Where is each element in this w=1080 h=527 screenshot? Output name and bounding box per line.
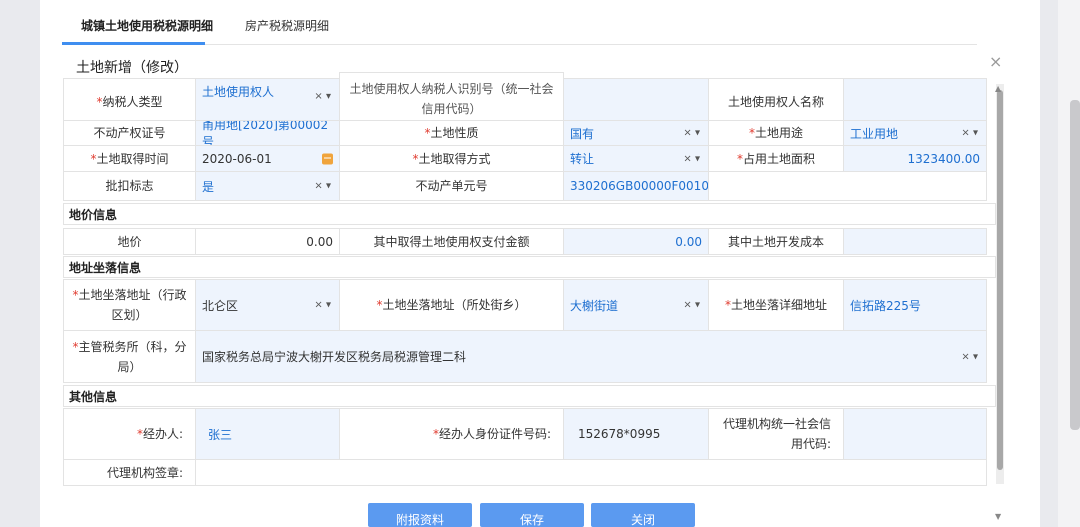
acquire-way-label: * 土地取得方式 bbox=[339, 145, 564, 172]
tax-office-select[interactable]: 国家税务总局宁波大榭开发区税务局税源管理二科 × ▾ bbox=[195, 330, 987, 383]
active-tab-indicator bbox=[62, 42, 205, 45]
handler-id-input[interactable]: 152678*0995 bbox=[563, 408, 709, 460]
handler-id-label: * 经办人身份证件号码: bbox=[339, 408, 564, 460]
attach-documents-button[interactable]: 附报资料 bbox=[368, 503, 472, 527]
calendar-icon[interactable] bbox=[322, 153, 333, 164]
district-label: *土地坐落地址（行政区划） bbox=[63, 279, 196, 331]
fee-input[interactable]: 0.00 bbox=[563, 228, 709, 255]
detail-address-input[interactable]: 信拓路225号 bbox=[843, 279, 987, 331]
detail-address-label: * 土地坐落详细地址 bbox=[708, 279, 844, 331]
agency-sign-field[interactable] bbox=[195, 459, 987, 486]
taxpayer-type-label: * 纳税人类型 bbox=[63, 78, 196, 126]
price-input[interactable]: 0.00 bbox=[195, 228, 340, 255]
taxpayer-type-select[interactable]: 土地使用权人 × ▾ bbox=[195, 78, 340, 126]
dialog-scrollbar-thumb[interactable] bbox=[997, 90, 1003, 470]
land-nature-select[interactable]: 国有 × ▾ bbox=[563, 120, 709, 146]
area-label: * 占用土地面积 bbox=[708, 145, 844, 172]
street-label: * 土地坐落地址（所处街乡） bbox=[339, 279, 564, 331]
taxpayer-id-label: 土地使用权人纳税人识别号（统一社会信用代码） bbox=[339, 72, 564, 126]
tax-office-label: *主管税务所（科，分局） bbox=[63, 330, 196, 383]
dialog-title: 土地新增（修改） bbox=[76, 60, 188, 76]
tab-property-tax[interactable]: 房产税税源明细 bbox=[245, 17, 329, 34]
land-use-select[interactable]: 工业用地 × ▾ bbox=[843, 120, 987, 146]
handler-label: * 经办人: bbox=[63, 408, 196, 460]
select-clear-dropdown-icon[interactable]: × ▾ bbox=[961, 128, 978, 139]
select-clear-dropdown-icon[interactable]: × ▾ bbox=[683, 128, 700, 139]
empty-cell bbox=[708, 171, 987, 201]
select-clear-dropdown-icon[interactable]: × ▾ bbox=[314, 181, 331, 192]
unit-no-label: 不动产单元号 bbox=[339, 171, 564, 201]
price-label: 地价 bbox=[63, 228, 196, 255]
window-scrollbar-thumb[interactable] bbox=[1070, 100, 1080, 430]
owner-name-input[interactable] bbox=[843, 78, 987, 126]
save-button[interactable]: 保存 bbox=[480, 503, 584, 527]
acquire-time-date-input[interactable]: 2020-06-01 bbox=[195, 145, 340, 172]
dev-cost-label: 其中土地开发成本 bbox=[708, 228, 844, 255]
scroll-down-icon[interactable]: ▼ bbox=[995, 512, 1001, 521]
tab-land-use-tax[interactable]: 城镇土地使用税税源明细 bbox=[81, 17, 213, 34]
agency-code-input[interactable] bbox=[843, 408, 987, 460]
land-use-label: * 土地用途 bbox=[708, 120, 844, 146]
tab-bar: 城镇土地使用税税源明细 房产税税源明细 bbox=[62, 0, 977, 45]
scroll-up-icon[interactable]: ▲ bbox=[995, 84, 1001, 93]
batch-flag-label: 批扣标志 bbox=[63, 171, 196, 201]
section-title-price: 地价信息 bbox=[63, 203, 996, 225]
close-icon[interactable]: × bbox=[989, 52, 1002, 71]
section-title-address: 地址坐落信息 bbox=[63, 256, 996, 278]
fee-label: 其中取得土地使用权支付金额 bbox=[339, 228, 564, 255]
handler-input[interactable]: 张三 bbox=[195, 408, 340, 460]
batch-flag-select[interactable]: 是 × ▾ bbox=[195, 171, 340, 201]
acquire-time-label: * 土地取得时间 bbox=[63, 145, 196, 172]
select-clear-dropdown-icon[interactable]: × ▾ bbox=[683, 300, 700, 311]
property-cert-input[interactable]: 甬用地[2020]第00002号 bbox=[195, 120, 340, 146]
unit-no-input[interactable]: 330206GB00000F001000: bbox=[563, 171, 709, 201]
area-input[interactable]: 1323400.00 bbox=[843, 145, 987, 172]
dev-cost-input[interactable] bbox=[843, 228, 987, 255]
taxpayer-id-input[interactable] bbox=[563, 78, 709, 126]
agency-code-label: 代理机构统一社会信用代码: bbox=[708, 408, 844, 460]
acquire-way-select[interactable]: 转让 × ▾ bbox=[563, 145, 709, 172]
select-clear-dropdown-icon[interactable]: × ▾ bbox=[961, 351, 978, 362]
select-clear-dropdown-icon[interactable]: × ▾ bbox=[314, 91, 331, 102]
property-cert-label: 不动产权证号 bbox=[63, 120, 196, 146]
select-clear-dropdown-icon[interactable]: × ▾ bbox=[683, 153, 700, 164]
owner-name-label: 土地使用权人名称 bbox=[708, 78, 844, 126]
street-select[interactable]: 大榭街道 × ▾ bbox=[563, 279, 709, 331]
section-title-other: 其他信息 bbox=[63, 385, 996, 407]
select-clear-dropdown-icon[interactable]: × ▾ bbox=[314, 300, 331, 311]
agency-sign-label: 代理机构签章: bbox=[63, 459, 196, 486]
land-nature-label: * 土地性质 bbox=[339, 120, 564, 146]
close-button[interactable]: 关闭 bbox=[591, 503, 695, 527]
district-select[interactable]: 北仑区 × ▾ bbox=[195, 279, 340, 331]
